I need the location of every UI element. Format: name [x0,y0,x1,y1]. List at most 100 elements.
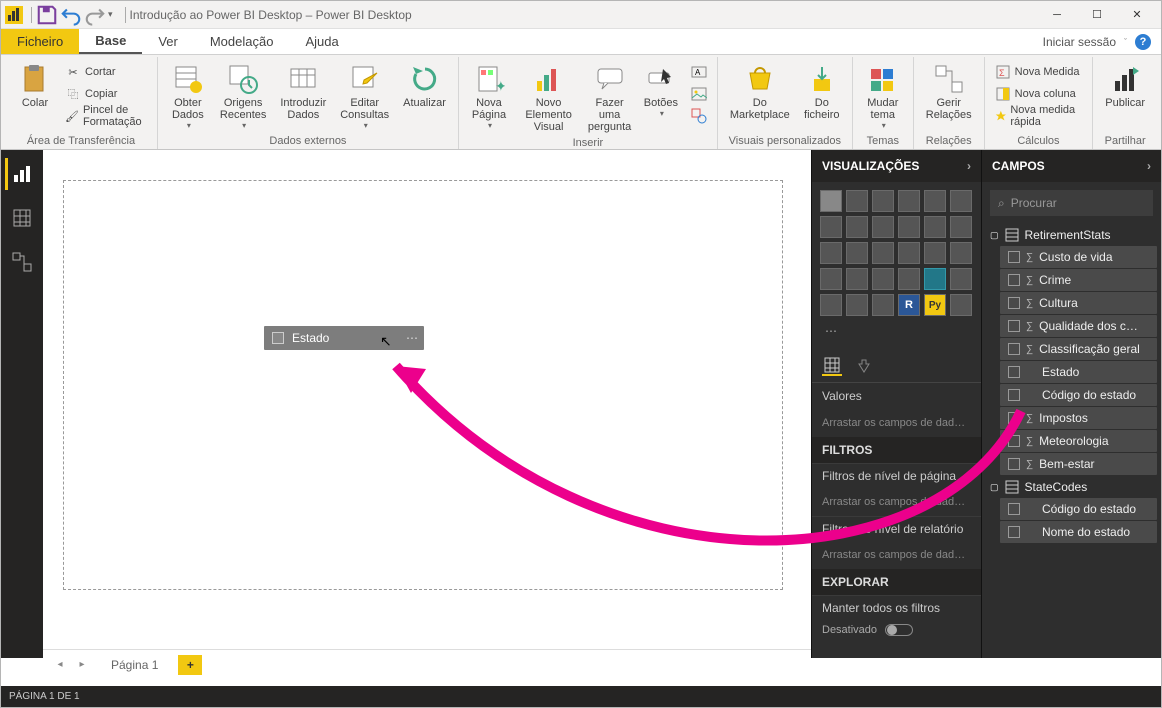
prev-page-button[interactable]: ◂ [51,656,69,674]
field-row[interactable]: ∑Crime [1000,269,1157,291]
vis-type-icon[interactable] [820,190,842,212]
vis-type-icon[interactable] [924,268,946,290]
publish-button[interactable]: Publicar [1099,61,1151,111]
add-page-button[interactable]: + [178,655,202,675]
switch-theme-button[interactable]: Mudartema [859,61,907,132]
field-drag-chip[interactable]: Estado ⋯ [264,326,424,350]
table-header[interactable]: ▢RetirementStats [982,224,1161,246]
field-row[interactable]: ∑Bem-estar [1000,453,1157,475]
vis-type-icon[interactable] [924,190,946,212]
next-page-button[interactable]: ▸ [73,656,91,674]
field-row[interactable]: ∑Cultura [1000,292,1157,314]
close-button[interactable]: ✕ [1117,1,1157,29]
shapes-button[interactable] [687,105,711,127]
vis-type-icon[interactable] [924,242,946,264]
new-measure-button[interactable]: ΣNova Medida [991,61,1087,83]
field-row[interactable]: Código do estado [1000,498,1157,520]
new-column-button[interactable]: Nova coluna [991,83,1087,105]
vis-type-icon[interactable] [898,268,920,290]
vis-type-icon[interactable] [950,268,972,290]
vis-type-icon[interactable] [846,190,868,212]
manage-relations-button[interactable]: GerirRelações [920,61,978,123]
new-visual-button[interactable]: Novo ElementoVisual [515,61,582,135]
field-row[interactable]: Código do estado [1000,384,1157,406]
field-checkbox[interactable] [1008,412,1020,424]
new-page-button[interactable]: ✦NovaPágina [465,61,513,132]
tab-modelacao[interactable]: Modelação [194,29,290,54]
vis-type-icon[interactable] [872,268,894,290]
textbox-button[interactable]: A [687,61,711,83]
vis-more-icon[interactable]: ⋯ [820,320,842,342]
save-button[interactable] [36,4,58,26]
canvas-area[interactable]: Estado ⋯ ↖ [43,150,811,658]
undo-button[interactable] [60,4,82,26]
format-painter-button[interactable]: 🖌Pincel de Formatação [61,105,151,127]
quick-measure-button[interactable]: Nova medida rápida [991,105,1087,127]
maximize-button[interactable]: ☐ [1077,1,1117,29]
edit-queries-button[interactable]: EditarConsultas [334,61,395,132]
field-checkbox[interactable] [1008,274,1020,286]
report-view-button[interactable] [5,158,37,190]
field-row[interactable]: Estado [1000,361,1157,383]
fields-tab[interactable] [822,356,842,376]
file-tab[interactable]: Ficheiro [1,29,79,54]
field-checkbox[interactable] [1008,458,1020,470]
vis-type-icon[interactable] [950,216,972,238]
field-row[interactable]: ∑Classificação geral [1000,338,1157,360]
table-header[interactable]: ▢StateCodes [982,476,1161,498]
field-checkbox[interactable] [1008,526,1020,538]
report-canvas[interactable]: Estado ⋯ ↖ [63,180,783,590]
paste-button[interactable]: Colar [11,61,59,111]
vis-type-icon[interactable] [820,242,842,264]
field-checkbox[interactable] [1008,251,1020,263]
field-checkbox[interactable] [1008,320,1020,332]
tab-base[interactable]: Base [79,29,142,54]
image-button[interactable] [687,83,711,105]
field-checkbox[interactable] [1008,343,1020,355]
copy-button[interactable]: ⿻Copiar [61,83,151,105]
signin-link[interactable]: Iniciar sessão [1043,35,1116,49]
vis-type-icon[interactable] [846,242,868,264]
vis-type-icon[interactable] [872,242,894,264]
field-row[interactable]: ∑Meteorologia [1000,430,1157,452]
enter-data-button[interactable]: IntroduzirDados [274,61,332,123]
vis-type-icon[interactable] [820,294,842,316]
tab-ver[interactable]: Ver [142,29,194,54]
vis-type-py[interactable]: Py [924,294,946,316]
fields-pane-header[interactable]: CAMPOS› [982,150,1161,182]
marketplace-button[interactable]: DoMarketplace [724,61,796,123]
vis-type-icon[interactable] [950,294,972,316]
vis-type-icon[interactable] [872,190,894,212]
field-checkbox[interactable] [1008,435,1020,447]
field-checkbox[interactable] [1008,503,1020,515]
field-row[interactable]: ∑Impostos [1000,407,1157,429]
page-tab-1[interactable]: Página 1 [95,654,174,676]
vis-type-icon[interactable] [924,216,946,238]
ask-question-button[interactable]: Fazer umapergunta [584,61,635,135]
vis-type-icon[interactable] [950,242,972,264]
vis-type-icon[interactable] [846,268,868,290]
minimize-button[interactable]: ─ [1037,1,1077,29]
vis-type-r[interactable]: R [898,294,920,316]
field-checkbox[interactable] [1008,389,1020,401]
redo-button[interactable] [84,4,106,26]
field-checkbox[interactable] [1008,366,1020,378]
report-filters-drop[interactable]: Arrastar os campos de dad… [812,541,981,569]
vis-type-icon[interactable] [872,294,894,316]
keep-filters-toggle[interactable] [885,624,913,636]
help-icon[interactable]: ? [1135,34,1151,50]
vis-type-icon[interactable] [898,190,920,212]
vis-type-icon[interactable] [950,190,972,212]
get-data-button[interactable]: ObterDados [164,61,212,132]
vis-type-icon[interactable] [820,268,842,290]
field-checkbox[interactable] [1008,297,1020,309]
vis-type-icon[interactable] [898,242,920,264]
vis-type-icon[interactable] [846,216,868,238]
vis-type-icon[interactable] [820,216,842,238]
buttons-button[interactable]: Botões [637,61,685,120]
field-row[interactable]: ∑Custo de vida [1000,246,1157,268]
recent-sources-button[interactable]: OrigensRecentes [214,61,272,132]
cut-button[interactable]: ✂Cortar [61,61,151,83]
values-drop[interactable]: Arrastar os campos de dad… [812,409,981,437]
field-row[interactable]: ∑Qualidade dos c… [1000,315,1157,337]
